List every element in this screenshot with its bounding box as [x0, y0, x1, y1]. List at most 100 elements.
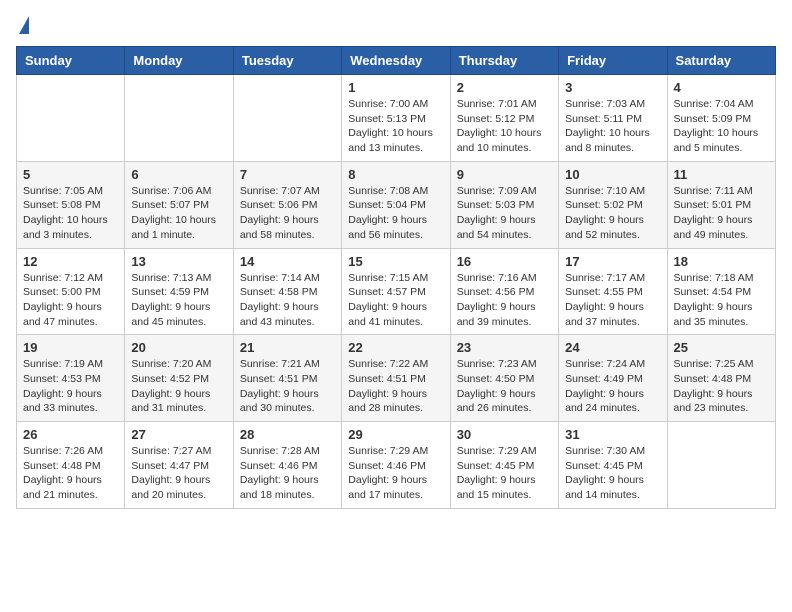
day-number: 10: [565, 167, 660, 182]
day-number: 30: [457, 427, 552, 442]
cell-content: Sunrise: 7:13 AM Sunset: 4:59 PM Dayligh…: [131, 271, 226, 330]
cell-content: Sunrise: 7:29 AM Sunset: 4:45 PM Dayligh…: [457, 444, 552, 503]
calendar-cell: [125, 75, 233, 162]
day-number: 5: [23, 167, 118, 182]
calendar-cell: 19Sunrise: 7:19 AM Sunset: 4:53 PM Dayli…: [17, 335, 125, 422]
day-number: 17: [565, 254, 660, 269]
calendar-week-row: 1Sunrise: 7:00 AM Sunset: 5:13 PM Daylig…: [17, 75, 776, 162]
day-number: 19: [23, 340, 118, 355]
cell-content: Sunrise: 7:16 AM Sunset: 4:56 PM Dayligh…: [457, 271, 552, 330]
calendar-cell: 11Sunrise: 7:11 AM Sunset: 5:01 PM Dayli…: [667, 161, 775, 248]
cell-content: Sunrise: 7:15 AM Sunset: 4:57 PM Dayligh…: [348, 271, 443, 330]
cell-content: Sunrise: 7:10 AM Sunset: 5:02 PM Dayligh…: [565, 184, 660, 243]
calendar-cell: 20Sunrise: 7:20 AM Sunset: 4:52 PM Dayli…: [125, 335, 233, 422]
calendar-cell: 17 Sunrise: 7:17 AM Sunset: 4:55 PM Dayli…: [559, 248, 667, 335]
calendar-cell: 3 Sunrise: 7:03 AM Sunset: 5:11 PM Daylig…: [559, 75, 667, 162]
calendar-week-row: 5 Sunrise: 7:05 AM Sunset: 5:08 PM Daylig…: [17, 161, 776, 248]
day-number: 18: [674, 254, 769, 269]
day-number: 7: [240, 167, 335, 182]
calendar-table: SundayMondayTuesdayWednesdayThursdayFrid…: [16, 46, 776, 509]
cell-content: Sunrise: 7:01 AM Sunset: 5:12 PM Dayligh…: [457, 97, 552, 156]
calendar-cell: 22Sunrise: 7:22 AM Sunset: 4:51 PM Dayli…: [342, 335, 450, 422]
calendar-cell: 2 Sunrise: 7:01 AM Sunset: 5:12 PM Daylig…: [450, 75, 558, 162]
cell-content: Sunrise: 7:05 AM Sunset: 5:08 PM Dayligh…: [23, 184, 118, 243]
day-number: 23: [457, 340, 552, 355]
calendar-header-row: SundayMondayTuesdayWednesdayThursdayFrid…: [17, 47, 776, 75]
cell-content: Sunrise: 7:21 AM Sunset: 4:51 PM Dayligh…: [240, 357, 335, 416]
day-number: 20: [131, 340, 226, 355]
logo-triangle-icon: [19, 16, 29, 34]
calendar-cell: 29 Sunrise: 7:29 AM Sunset: 4:46 PM Dayli…: [342, 422, 450, 509]
calendar-week-row: 26 Sunrise: 7:26 AM Sunset: 4:48 PM Dayli…: [17, 422, 776, 509]
cell-content: Sunrise: 7:07 AM Sunset: 5:06 PM Dayligh…: [240, 184, 335, 243]
calendar-week-row: 19Sunrise: 7:19 AM Sunset: 4:53 PM Dayli…: [17, 335, 776, 422]
calendar-cell: 8 Sunrise: 7:08 AM Sunset: 5:04 PM Daylig…: [342, 161, 450, 248]
day-number: 28: [240, 427, 335, 442]
calendar-cell: 6 Sunrise: 7:06 AM Sunset: 5:07 PM Daylig…: [125, 161, 233, 248]
calendar-cell: 18 Sunrise: 7:18 AM Sunset: 4:54 PM Dayli…: [667, 248, 775, 335]
calendar-cell: [17, 75, 125, 162]
cell-content: Sunrise: 7:04 AM Sunset: 5:09 PM Dayligh…: [674, 97, 769, 156]
day-number: 2: [457, 80, 552, 95]
calendar-cell: 27 Sunrise: 7:27 AM Sunset: 4:47 PM Dayli…: [125, 422, 233, 509]
calendar-cell: 4 Sunrise: 7:04 AM Sunset: 5:09 PM Daylig…: [667, 75, 775, 162]
day-number: 4: [674, 80, 769, 95]
cell-content: Sunrise: 7:12 AM Sunset: 5:00 PM Dayligh…: [23, 271, 118, 330]
day-number: 14: [240, 254, 335, 269]
calendar-cell: 30 Sunrise: 7:29 AM Sunset: 4:45 PM Dayli…: [450, 422, 558, 509]
calendar-cell: 31 Sunrise: 7:30 AM Sunset: 4:45 PM Dayli…: [559, 422, 667, 509]
day-number: 24: [565, 340, 660, 355]
cell-content: Sunrise: 7:06 AM Sunset: 5:07 PM Dayligh…: [131, 184, 226, 243]
calendar-day-header: Sunday: [17, 47, 125, 75]
day-number: 31: [565, 427, 660, 442]
day-number: 3: [565, 80, 660, 95]
calendar-cell: 21 Sunrise: 7:21 AM Sunset: 4:51 PM Dayli…: [233, 335, 341, 422]
cell-content: Sunrise: 7:23 AM Sunset: 4:50 PM Dayligh…: [457, 357, 552, 416]
day-number: 22: [348, 340, 443, 355]
calendar-cell: 26 Sunrise: 7:26 AM Sunset: 4:48 PM Dayli…: [17, 422, 125, 509]
day-number: 6: [131, 167, 226, 182]
calendar-cell: 28Sunrise: 7:28 AM Sunset: 4:46 PM Dayli…: [233, 422, 341, 509]
calendar-body: 1Sunrise: 7:00 AM Sunset: 5:13 PM Daylig…: [17, 75, 776, 509]
calendar-cell: 15 Sunrise: 7:15 AM Sunset: 4:57 PM Dayli…: [342, 248, 450, 335]
day-number: 29: [348, 427, 443, 442]
page-header: [16, 16, 776, 36]
calendar-cell: 13 Sunrise: 7:13 AM Sunset: 4:59 PM Dayli…: [125, 248, 233, 335]
day-number: 13: [131, 254, 226, 269]
day-number: 21: [240, 340, 335, 355]
day-number: 1: [348, 80, 443, 95]
day-number: 25: [674, 340, 769, 355]
calendar-cell: 5 Sunrise: 7:05 AM Sunset: 5:08 PM Daylig…: [17, 161, 125, 248]
day-number: 8: [348, 167, 443, 182]
cell-content: Sunrise: 7:24 AM Sunset: 4:49 PM Dayligh…: [565, 357, 660, 416]
cell-content: Sunrise: 7:30 AM Sunset: 4:45 PM Dayligh…: [565, 444, 660, 503]
calendar-cell: 9Sunrise: 7:09 AM Sunset: 5:03 PM Daylig…: [450, 161, 558, 248]
calendar-cell: [667, 422, 775, 509]
cell-content: Sunrise: 7:09 AM Sunset: 5:03 PM Dayligh…: [457, 184, 552, 243]
calendar-cell: 1Sunrise: 7:00 AM Sunset: 5:13 PM Daylig…: [342, 75, 450, 162]
calendar-cell: 14 Sunrise: 7:14 AM Sunset: 4:58 PM Dayli…: [233, 248, 341, 335]
calendar-cell: 10 Sunrise: 7:10 AM Sunset: 5:02 PM Dayli…: [559, 161, 667, 248]
calendar-day-header: Monday: [125, 47, 233, 75]
cell-content: Sunrise: 7:26 AM Sunset: 4:48 PM Dayligh…: [23, 444, 118, 503]
day-number: 26: [23, 427, 118, 442]
calendar-cell: 24 Sunrise: 7:24 AM Sunset: 4:49 PM Dayli…: [559, 335, 667, 422]
cell-content: Sunrise: 7:17 AM Sunset: 4:55 PM Dayligh…: [565, 271, 660, 330]
cell-content: Sunrise: 7:27 AM Sunset: 4:47 PM Dayligh…: [131, 444, 226, 503]
calendar-cell: 16Sunrise: 7:16 AM Sunset: 4:56 PM Dayli…: [450, 248, 558, 335]
calendar-cell: 12Sunrise: 7:12 AM Sunset: 5:00 PM Dayli…: [17, 248, 125, 335]
calendar-week-row: 12Sunrise: 7:12 AM Sunset: 5:00 PM Dayli…: [17, 248, 776, 335]
cell-content: Sunrise: 7:08 AM Sunset: 5:04 PM Dayligh…: [348, 184, 443, 243]
day-number: 15: [348, 254, 443, 269]
cell-content: Sunrise: 7:03 AM Sunset: 5:11 PM Dayligh…: [565, 97, 660, 156]
calendar-day-header: Saturday: [667, 47, 775, 75]
day-number: 27: [131, 427, 226, 442]
cell-content: Sunrise: 7:18 AM Sunset: 4:54 PM Dayligh…: [674, 271, 769, 330]
calendar-day-header: Friday: [559, 47, 667, 75]
calendar-cell: 25 Sunrise: 7:25 AM Sunset: 4:48 PM Dayli…: [667, 335, 775, 422]
calendar-day-header: Thursday: [450, 47, 558, 75]
cell-content: Sunrise: 7:29 AM Sunset: 4:46 PM Dayligh…: [348, 444, 443, 503]
cell-content: Sunrise: 7:25 AM Sunset: 4:48 PM Dayligh…: [674, 357, 769, 416]
cell-content: Sunrise: 7:14 AM Sunset: 4:58 PM Dayligh…: [240, 271, 335, 330]
calendar-day-header: Wednesday: [342, 47, 450, 75]
